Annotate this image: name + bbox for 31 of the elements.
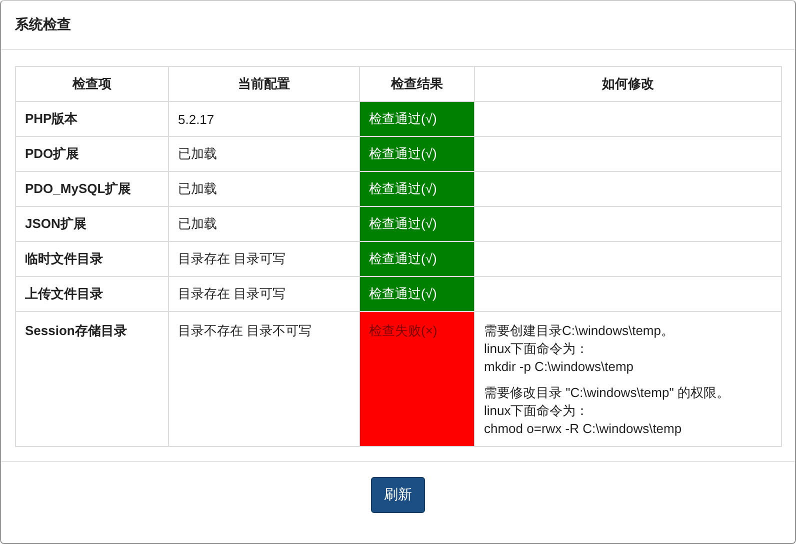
instruction-text: mkdir -p C:\windows\temp <box>484 358 635 376</box>
result-cell: 检查通过(√) <box>360 242 474 276</box>
result-cell: 检查通过(√) <box>360 276 474 312</box>
instruction-text: linux下面命令为： <box>484 402 590 420</box>
table-cell: PHP版本 <box>16 102 168 136</box>
instruction-text: 需要创建目录C:\windows\temp。 <box>484 322 675 340</box>
table-cell: 已加载 <box>168 206 360 242</box>
table-cell: 目录存在 目录可写 <box>168 242 360 276</box>
table-cell: 目录存在 目录可写 <box>168 276 360 312</box>
table-cell: Session存储目录 <box>16 312 168 446</box>
table-cell: 5.2.17 <box>168 102 360 136</box>
table-cell: 已加载 <box>168 136 360 172</box>
instruction-text: 需要修改目录 "C:\windows\temp" 的权限。 <box>484 384 730 402</box>
column-header: 检查项 <box>16 66 168 102</box>
table-cell: PDO扩展 <box>16 136 168 172</box>
result-cell: 检查通过(√) <box>360 136 474 172</box>
result-cell: 检查通过(√) <box>360 206 474 242</box>
instruction-text: chmod o=rwx -R C:\windows\temp <box>484 420 683 438</box>
result-cell: 检查通过(√) <box>360 102 474 136</box>
table-cell: JSON扩展 <box>16 206 168 242</box>
column-header: 当前配置 <box>168 66 360 102</box>
column-header: 如何修改 <box>474 66 782 102</box>
result-cell: 检查失败(×) <box>360 312 474 446</box>
table-cell: 临时文件目录 <box>16 242 168 276</box>
table-cell: 已加载 <box>168 172 360 206</box>
table-cell: 上传文件目录 <box>16 276 168 312</box>
instruction-text: linux下面命令为： <box>484 340 590 358</box>
table-cell: PDO_MySQL扩展 <box>16 172 168 206</box>
panel-title: 系统检查 <box>15 16 71 34</box>
result-cell: 检查通过(√) <box>360 172 474 206</box>
refresh-button[interactable]: 刷新 <box>371 477 425 513</box>
